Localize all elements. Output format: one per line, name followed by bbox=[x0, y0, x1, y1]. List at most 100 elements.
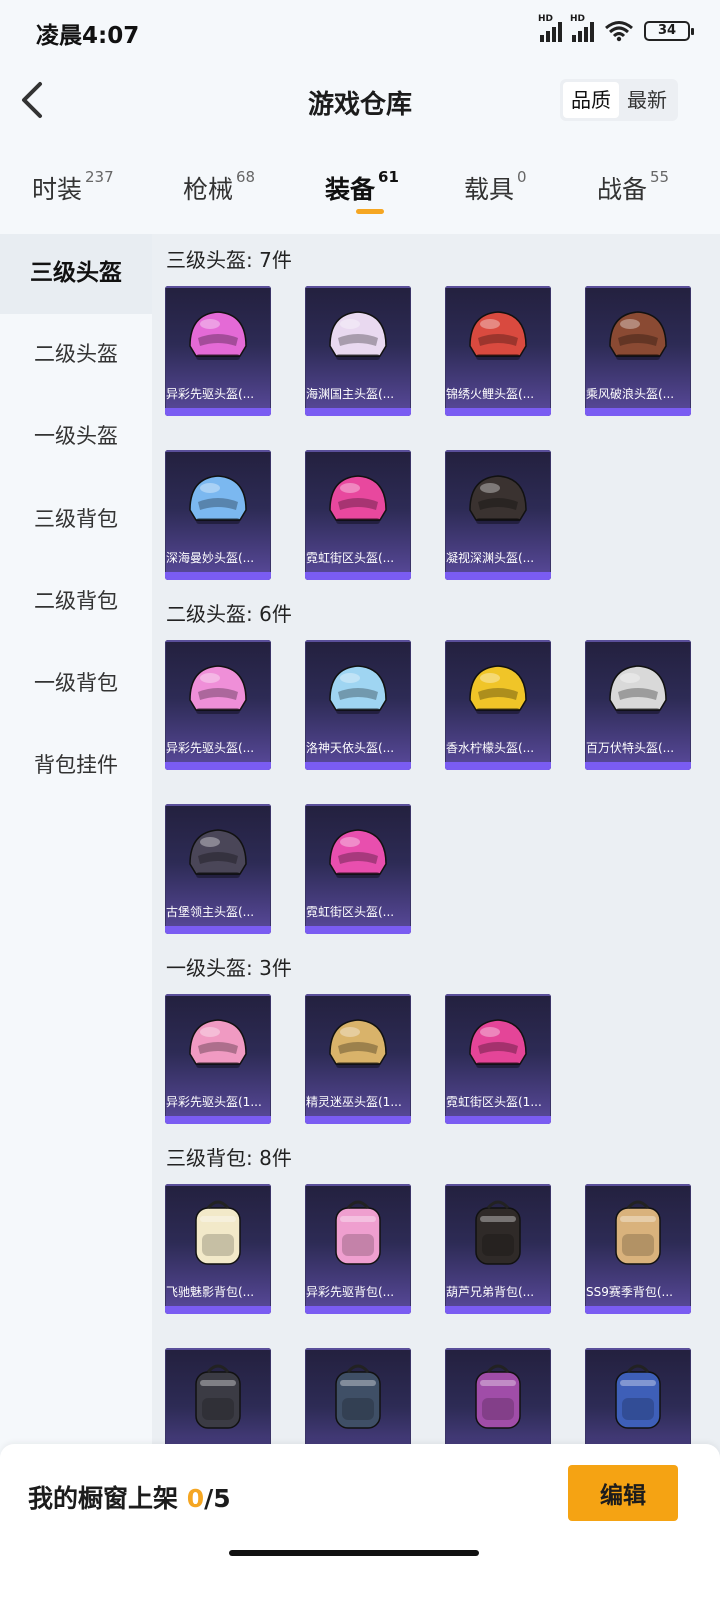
red-koi-helmet-icon bbox=[469, 311, 527, 360]
rarity-bar bbox=[445, 1306, 551, 1314]
sort-option-quality[interactable]: 品质 bbox=[563, 82, 619, 118]
item-card[interactable]: 异彩先驱头盔(... bbox=[165, 286, 271, 416]
item-name: 霓虹街区头盔(... bbox=[306, 905, 395, 919]
item-card[interactable]: 洛神天依头盔(... bbox=[305, 640, 411, 770]
header: 游戏仓库 品质 最新 bbox=[0, 62, 720, 140]
item-name: 锦绣火鲤头盔(... bbox=[446, 387, 535, 401]
category-tabs: 时装 237 枪械 68 装备 61 载具 0 战备 55 bbox=[0, 150, 720, 230]
dark-blade-helmet-icon bbox=[189, 829, 247, 878]
item-card[interactable]: 古堡领主头盔(... bbox=[165, 804, 271, 934]
pink-moto-helmet-icon bbox=[469, 1019, 527, 1068]
status-time: 凌晨4:07 bbox=[36, 23, 140, 49]
sort-option-latest[interactable]: 最新 bbox=[619, 82, 675, 118]
sidebar-item-backpack-lv1[interactable]: 一级背包 bbox=[0, 667, 152, 697]
sidebar-item-backpack-lv2[interactable]: 二级背包 bbox=[0, 585, 152, 615]
item-name: 乘风破浪头盔(... bbox=[586, 387, 675, 401]
section-title: 二级头盔: 6件 bbox=[166, 602, 292, 626]
wifi-icon bbox=[605, 21, 633, 42]
item-card[interactable]: 深海曼妙头盔(... bbox=[165, 450, 271, 580]
tab-costume[interactable]: 时装 237 bbox=[32, 168, 114, 206]
signal-icon: HD bbox=[538, 14, 562, 42]
item-card[interactable]: 锦绣火鲤头盔(... bbox=[445, 286, 551, 416]
rarity-bar bbox=[445, 1116, 551, 1124]
item-card[interactable]: 飞驰魅影背包(... bbox=[165, 1184, 271, 1314]
blue-pattern-backpack-icon bbox=[615, 1364, 661, 1429]
bottom-bar: 我的橱窗上架 0/5 编辑 bbox=[0, 1444, 720, 1600]
pink-fish-helmet-icon bbox=[189, 665, 247, 714]
crowned-visor-helmet-icon bbox=[189, 475, 247, 524]
item-card[interactable]: 海渊国主头盔(... bbox=[305, 286, 411, 416]
tab-supplies[interactable]: 战备 55 bbox=[597, 168, 669, 206]
item-name: 凝视深渊头盔(... bbox=[446, 551, 535, 565]
rarity-bar bbox=[585, 762, 691, 770]
rarity-bar bbox=[305, 926, 411, 934]
sidebar-item-helmet-lv1[interactable]: 一级头盔 bbox=[0, 420, 152, 450]
edit-button[interactable]: 编辑 bbox=[568, 1465, 678, 1521]
section-title: 三级头盔: 7件 bbox=[166, 248, 292, 272]
rarity-bar bbox=[305, 1306, 411, 1314]
rarity-bar bbox=[445, 572, 551, 580]
pink-mech-helmet-icon bbox=[189, 311, 247, 360]
scuba-tank-backpack-icon bbox=[195, 1364, 241, 1429]
showcase-status: 我的橱窗上架 0/5 bbox=[28, 1484, 231, 1513]
sidebar-item-backpack-charm[interactable]: 背包挂件 bbox=[0, 749, 152, 779]
item-card[interactable]: 异彩先驱背包(... bbox=[305, 1184, 411, 1314]
orange-tan-backpack-icon bbox=[615, 1200, 661, 1265]
sidebar-item-backpack-lv3[interactable]: 三级背包 bbox=[0, 503, 152, 533]
purple-neon-backpack-icon bbox=[475, 1364, 521, 1429]
item-name: 海渊国主头盔(... bbox=[306, 387, 395, 401]
rarity-bar bbox=[445, 408, 551, 416]
pink-toy-backpack-icon bbox=[335, 1200, 381, 1265]
white-gold-backpack-icon bbox=[195, 1200, 241, 1265]
rarity-bar bbox=[165, 1306, 271, 1314]
item-card[interactable]: 霓虹街区头盔(... bbox=[305, 450, 411, 580]
item-card[interactable]: 霓虹街区头盔(1... bbox=[445, 994, 551, 1124]
home-indicator[interactable] bbox=[229, 1550, 479, 1556]
item-card[interactable]: 精灵迷巫头盔(1... bbox=[305, 994, 411, 1124]
navy-backpack-icon bbox=[335, 1364, 381, 1429]
rarity-bar bbox=[305, 408, 411, 416]
item-name: 香水柠檬头盔(... bbox=[446, 741, 535, 755]
item-card[interactable]: 霓虹街区头盔(... bbox=[305, 804, 411, 934]
yellow-goggle-helmet-icon bbox=[469, 665, 527, 714]
active-tab-indicator bbox=[356, 209, 384, 214]
gourd-backpack-icon bbox=[475, 1200, 521, 1265]
item-card[interactable]: SS9赛季背包(... bbox=[585, 1184, 691, 1314]
status-icons: HD HD 34 bbox=[538, 14, 694, 42]
item-name: 百万伏特头盔(... bbox=[586, 741, 675, 755]
rarity-bar bbox=[585, 408, 691, 416]
rarity-bar bbox=[165, 408, 271, 416]
tab-vehicles[interactable]: 载具 0 bbox=[464, 168, 527, 206]
dark-spiked-helmet-icon bbox=[469, 475, 527, 524]
item-name: 异彩先驱头盔(... bbox=[166, 387, 255, 401]
item-card[interactable]: 乘风破浪头盔(... bbox=[585, 286, 691, 416]
rarity-bar bbox=[165, 572, 271, 580]
item-card[interactable]: 香水柠檬头盔(... bbox=[445, 640, 551, 770]
item-grid: 三级头盔: 7件异彩先驱头盔(... 海渊国主头盔(... 锦绣火鲤头盔(... 乘风… bbox=[152, 234, 720, 1464]
sidebar-item-helmet-lv2[interactable]: 二级头盔 bbox=[0, 338, 152, 368]
item-card[interactable]: 凝视深渊头盔(... bbox=[445, 450, 551, 580]
item-name: 洛神天依头盔(... bbox=[306, 741, 395, 755]
sort-toggle: 品质 最新 bbox=[560, 79, 678, 121]
section-title: 一级头盔: 3件 bbox=[166, 956, 292, 980]
item-card[interactable]: 葫芦兄弟背包(... bbox=[445, 1184, 551, 1314]
tab-weapons[interactable]: 枪械 68 bbox=[183, 168, 255, 206]
pink-cap-helmet-icon bbox=[329, 829, 387, 878]
rarity-bar bbox=[305, 1116, 411, 1124]
pink-round-helmet-icon bbox=[189, 1019, 247, 1068]
item-name: 古堡领主头盔(... bbox=[166, 905, 255, 919]
item-name: 异彩先驱头盔(1... bbox=[166, 1095, 262, 1109]
rarity-bar bbox=[305, 572, 411, 580]
sidebar-item-helmet-lv3[interactable]: 三级头盔 bbox=[0, 234, 152, 314]
rarity-bar bbox=[165, 926, 271, 934]
signal-icon: HD bbox=[570, 14, 594, 42]
item-card[interactable]: 异彩先驱头盔(... bbox=[165, 640, 271, 770]
status-bar: 凌晨4:07 HD HD 34 bbox=[0, 0, 720, 62]
item-name: 深海曼妙头盔(... bbox=[166, 551, 255, 565]
tab-equipment[interactable]: 装备 61 bbox=[325, 168, 399, 206]
item-card[interactable]: 异彩先驱头盔(1... bbox=[165, 994, 271, 1124]
rarity-bar bbox=[165, 1116, 271, 1124]
item-name: SS9赛季背包(... bbox=[586, 1285, 673, 1299]
section-title: 三级背包: 8件 bbox=[166, 1146, 292, 1170]
item-card[interactable]: 百万伏特头盔(... bbox=[585, 640, 691, 770]
